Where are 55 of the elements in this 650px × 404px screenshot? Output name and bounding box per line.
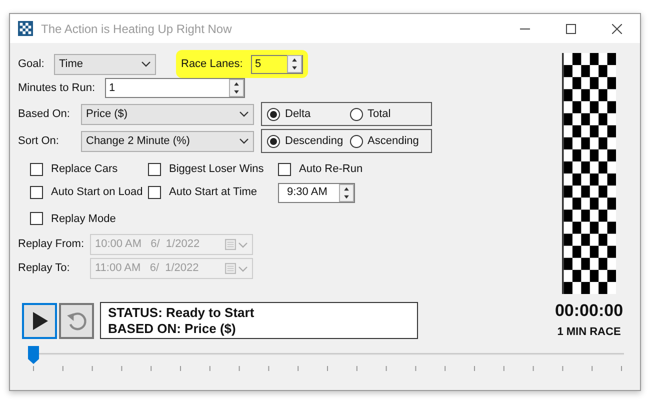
checkbox[interactable]	[148, 186, 161, 199]
checkbox-label: Auto Start at Time	[169, 185, 258, 200]
spin-arrows-icon[interactable]	[287, 55, 302, 73]
time-spinner[interactable]: 9:30 AM	[278, 182, 355, 202]
radio-label: Total	[368, 106, 391, 122]
dropdown[interactable]: Time	[54, 54, 156, 74]
field-label: Sort On:	[18, 134, 60, 149]
radio-button[interactable]	[350, 134, 362, 148]
chevron-down-icon	[238, 266, 248, 272]
calendar-icon	[225, 263, 236, 274]
field-label: Minutes to Run:	[18, 80, 96, 96]
reset-arrow-icon	[66, 310, 88, 332]
checkered-flag-icon	[18, 21, 33, 36]
maximize-icon	[566, 24, 576, 34]
checkbox[interactable]	[30, 212, 43, 226]
window-title: The Action is Heating Up Right Now	[41, 20, 233, 38]
checkbox-label: Replace Cars	[51, 162, 118, 177]
field-label: Replay To:	[18, 261, 71, 276]
spin-arrows-icon[interactable]	[339, 184, 354, 202]
status-text: BASED ON: Price ($)	[108, 320, 237, 336]
chevron-down-icon	[239, 138, 249, 144]
chevron-down-icon	[239, 111, 249, 117]
number-spinner[interactable]: 1	[105, 78, 245, 98]
checkbox-label: Replay Mode	[51, 212, 116, 226]
close-icon	[612, 24, 622, 34]
checkbox-label: Auto Re-Run	[299, 162, 363, 177]
status-text: STATUS: Ready to Start	[108, 304, 256, 320]
radio-label: Descending	[285, 134, 344, 149]
race-length-label: 1 MIN RACE	[557, 324, 621, 340]
race-timer: 00:00:00	[554, 300, 624, 322]
checkbox[interactable]	[278, 162, 291, 176]
radio-label: Delta	[285, 106, 311, 122]
checkbox[interactable]	[30, 186, 43, 199]
field-label: Race Lanes:	[181, 56, 244, 72]
checkbox[interactable]	[30, 162, 43, 176]
checkbox-label: Auto Start on Load	[51, 185, 143, 200]
field-label: Replay From:	[18, 237, 86, 252]
radio-button[interactable]	[267, 108, 280, 120]
spin-arrows-icon[interactable]	[229, 79, 244, 97]
field-label: Based On:	[18, 106, 71, 122]
chevron-down-icon	[238, 242, 248, 248]
checkbox-label: Biggest Loser Wins	[169, 162, 264, 177]
field-label: Goal:	[18, 56, 46, 72]
radio-button[interactable]	[350, 108, 362, 120]
progress-slider[interactable]	[28, 346, 624, 372]
calendar-icon	[225, 239, 236, 250]
chevron-down-icon	[141, 61, 151, 67]
play-button[interactable]	[22, 302, 57, 338]
slider-thumb[interactable]	[28, 346, 39, 364]
checkbox[interactable]	[148, 162, 161, 176]
radio-label: Ascending	[368, 134, 419, 149]
dropdown[interactable]: Price ($)	[81, 104, 254, 124]
radio-button[interactable]	[267, 134, 280, 148]
number-spinner[interactable]: 5	[251, 54, 303, 74]
dropdown[interactable]: Change 2 Minute (%)	[81, 130, 254, 152]
